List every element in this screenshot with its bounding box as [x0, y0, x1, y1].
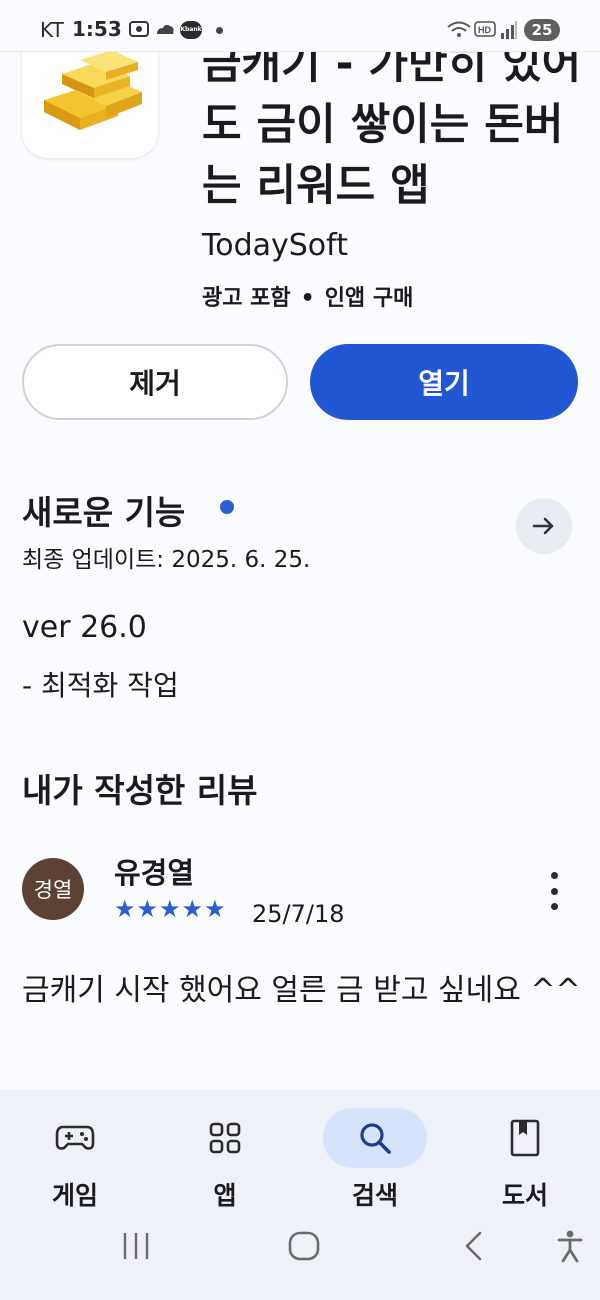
nav-icon-wrap — [173, 1108, 277, 1168]
home-icon — [288, 1231, 320, 1261]
nav-item-books[interactable]: 도서 — [465, 1102, 585, 1212]
nav-icon-wrap — [323, 1108, 427, 1168]
ads-label: 광고 포함 — [202, 286, 291, 311]
wifi-icon — [447, 21, 471, 37]
nav-label: 앱 — [213, 1181, 237, 1210]
app-meta: 광고 포함 • 인앱 구매 — [202, 280, 413, 312]
hd-voice-icon: HD — [474, 21, 496, 37]
last-updated: 최종 업데이트: 2025. 6. 25. — [22, 547, 311, 573]
developer-link[interactable]: TodaySoft — [202, 228, 348, 263]
cloud-icon — [157, 24, 174, 34]
my-review-title: 내가 작성한 리뷰 — [22, 771, 258, 810]
whats-new-title: 새로운 기능 — [22, 493, 186, 532]
more-dot-icon — [550, 887, 558, 895]
back-arrow-icon — [465, 1231, 482, 1261]
more-dot-icon — [550, 872, 558, 879]
notification-dot-icon — [216, 27, 223, 34]
more-options-button[interactable] — [540, 866, 568, 916]
nav-item-apps[interactable]: 앱 — [165, 1102, 285, 1212]
app-title: 금캐기 - 가만히 있어도 금이 쌓이는 돈버는 리워드 앱 — [202, 39, 582, 211]
arrow-right-icon — [532, 517, 554, 535]
nav-icon-wrap — [23, 1108, 127, 1168]
new-indicator-dot — [220, 500, 234, 514]
nav-label: 게임 — [51, 1181, 98, 1210]
screenshot-icon — [129, 21, 149, 37]
signal-icon — [501, 21, 517, 39]
battery-indicator: 25 — [524, 19, 560, 41]
whats-new-arrow-button[interactable] — [516, 498, 572, 554]
recent-apps-button[interactable] — [118, 1226, 154, 1266]
version-text: ver 26.0 — [22, 610, 147, 645]
book-icon — [510, 1119, 540, 1157]
bottom-nav: 게임 앱 검색 도서 — [0, 1090, 600, 1300]
nav-item-search[interactable]: 검색 — [315, 1102, 435, 1212]
status-bar: KT 1:53 Kbank HD 25 — [0, 0, 600, 52]
nav-icon-wrap — [473, 1108, 577, 1168]
reviewer-name: 유경열 — [114, 856, 195, 890]
review-text: 금캐기 시작 했어요 얼른 금 받고 싶네요 ^^ — [22, 973, 581, 1008]
changes-text: - 최적화 작업 — [22, 669, 179, 702]
carrier-label: KT — [40, 18, 64, 42]
star-rating: ★★★★★ — [114, 895, 227, 923]
review-date: 25/7/18 — [252, 900, 345, 928]
nav-label: 검색 — [351, 1181, 398, 1210]
iap-label: 인앱 구매 — [324, 286, 414, 311]
nav-label: 도서 — [501, 1181, 548, 1210]
meta-separator: • — [300, 286, 315, 311]
gamepad-icon — [55, 1125, 95, 1150]
open-button[interactable]: 열기 — [310, 344, 578, 420]
recent-apps-icon — [123, 1233, 149, 1259]
svg-text:HD: HD — [478, 25, 491, 35]
search-icon — [360, 1123, 391, 1154]
kbank-icon: Kbank — [180, 21, 202, 39]
clock: 1:53 — [72, 17, 122, 41]
nav-item-games[interactable]: 게임 — [15, 1102, 135, 1212]
more-dot-icon — [550, 903, 558, 910]
back-button[interactable] — [456, 1226, 492, 1266]
avatar: 경열 — [22, 858, 84, 920]
accessibility-icon — [557, 1230, 583, 1263]
accessibility-button[interactable] — [552, 1226, 588, 1266]
home-button[interactable] — [284, 1226, 324, 1266]
remove-button[interactable]: 제거 — [22, 344, 288, 420]
apps-grid-icon — [209, 1122, 241, 1154]
